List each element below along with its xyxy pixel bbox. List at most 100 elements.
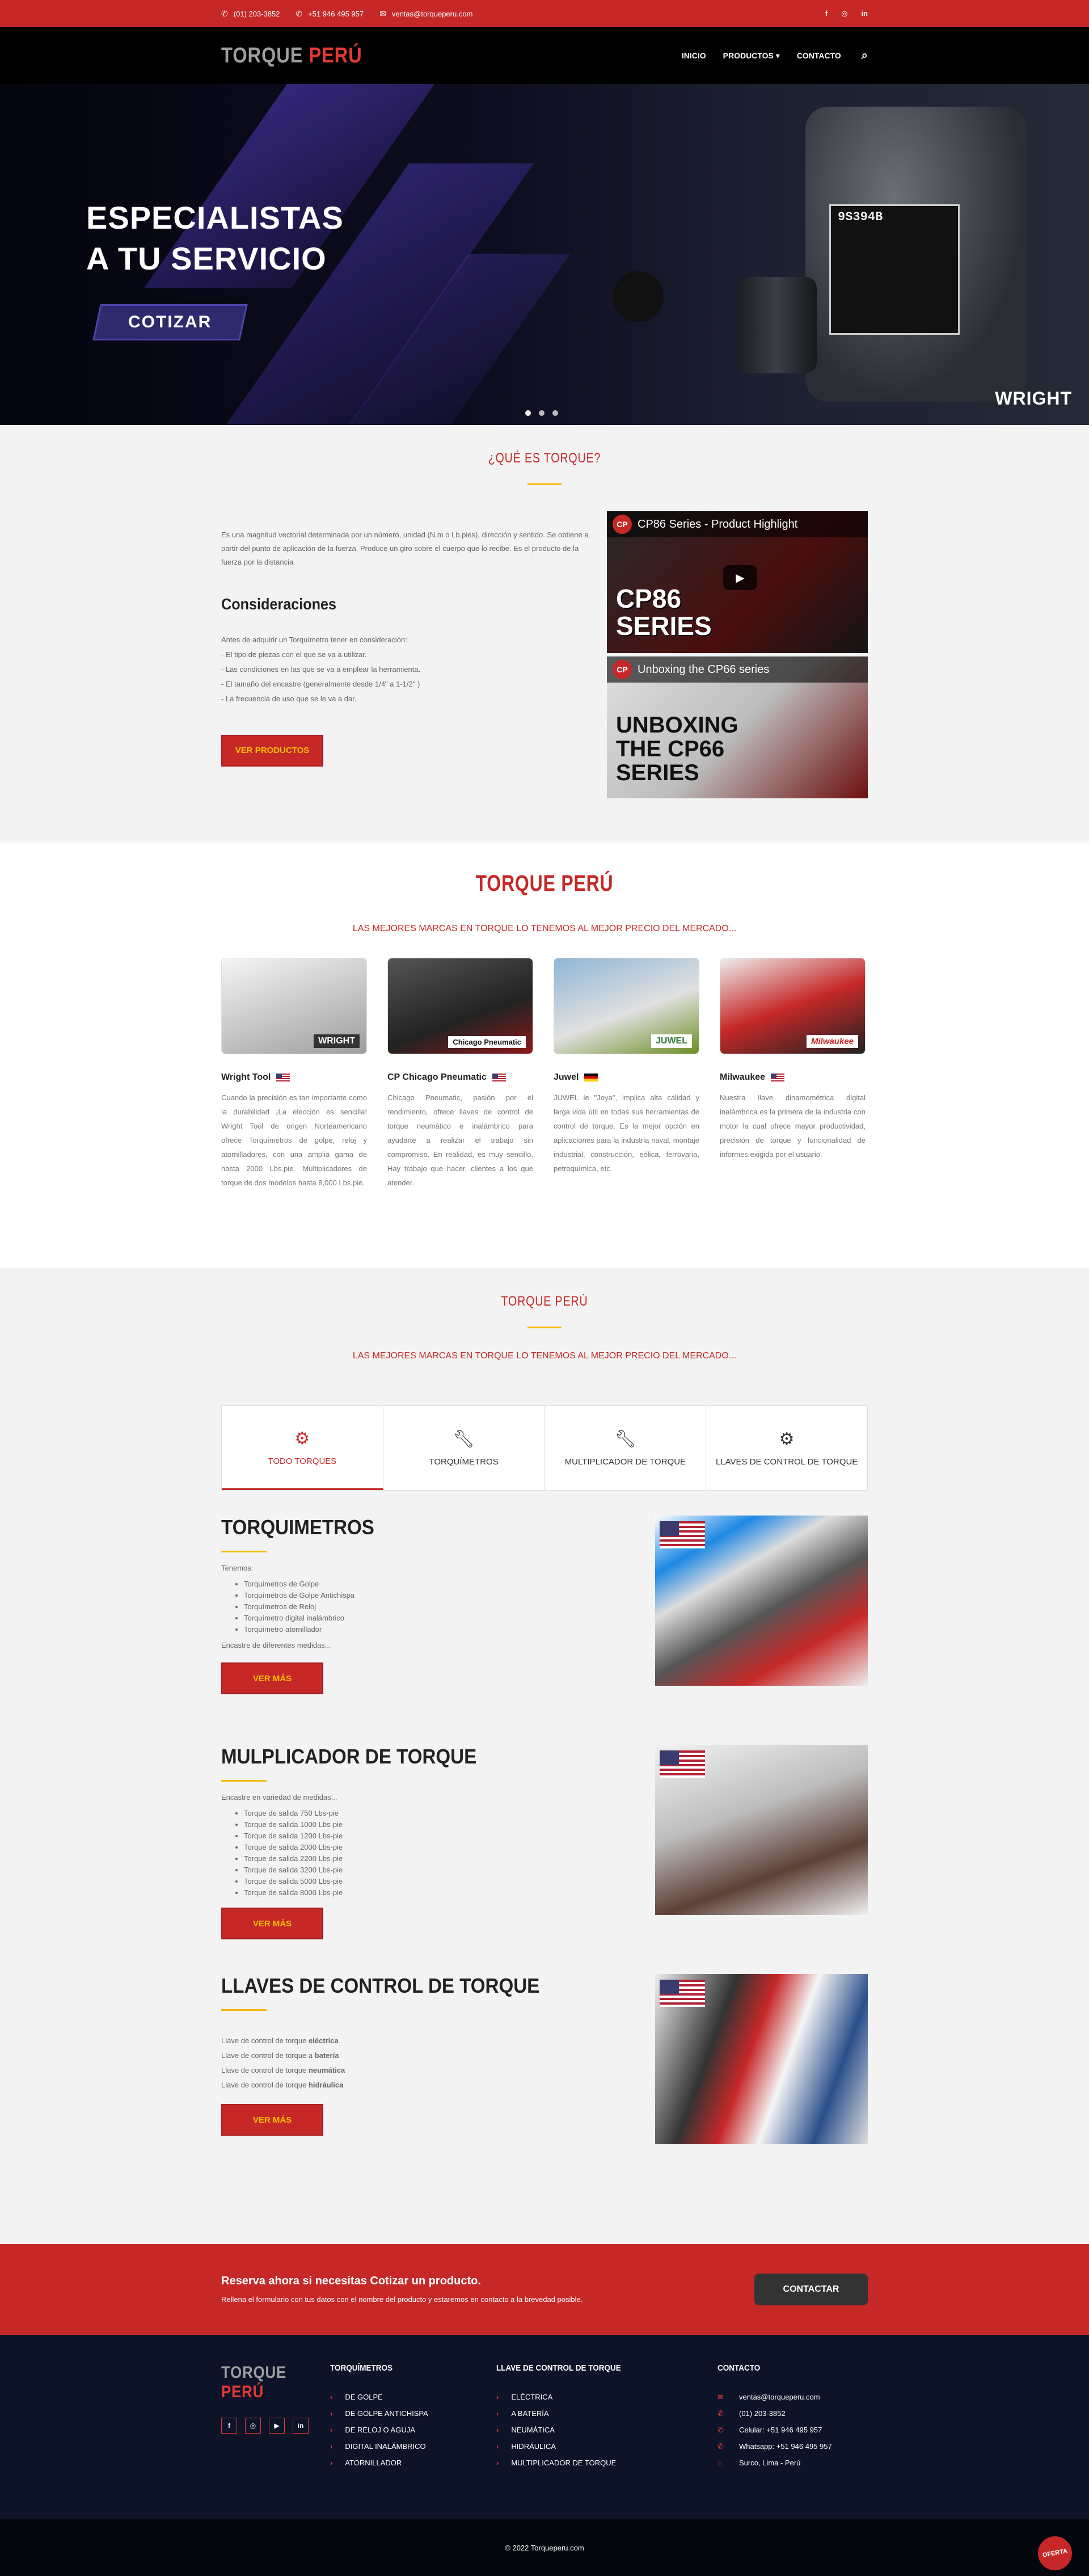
hero-slider: 9S394B ESPECIALISTAS A TU SERVICIO COTIZA…: [0, 84, 1089, 425]
phone-icon: ✆: [296, 9, 303, 18]
slider-dot[interactable]: [525, 410, 531, 416]
footer-link[interactable]: DE GOLPE ANTICHISPA: [330, 2405, 496, 2422]
considerations-heading: Consideraciones: [221, 595, 337, 613]
ver-productos-button[interactable]: VER PRODUCTOS: [221, 735, 323, 767]
mobile-link[interactable]: ✆ +51 946 495 957: [296, 9, 364, 19]
youtube-icon[interactable]: ▶: [269, 2418, 285, 2434]
category-title: TORQUIMETROS: [221, 1516, 374, 1539]
instagram-icon[interactable]: ◎: [841, 9, 847, 18]
brand-image[interactable]: JUWEL: [554, 958, 699, 1054]
section-subtitle: LAS MEJORES MARCAS EN TORQUE LO TENEMOS …: [352, 1351, 737, 1361]
tab-multiplicador[interactable]: 🔧︎ MULTIPLICADOR DE TORQUE: [545, 1406, 707, 1490]
footer-link[interactable]: A BATERÍA: [496, 2405, 717, 2422]
section-title: TORQUE PERÚ: [501, 1294, 588, 1309]
ver-mas-button[interactable]: VER MÁS: [221, 1662, 323, 1694]
main-menu: INICIO PRODUCTOS ▾ CONTACTO ⌕: [682, 49, 868, 62]
cp-logo-icon: CP: [613, 660, 632, 679]
brand-card: Chicago Pneumatic CP Chicago Pneumatic C…: [387, 958, 533, 1190]
title-underline: [527, 1327, 562, 1328]
footer-link[interactable]: DIGITAL INALÁMBRICO: [330, 2438, 496, 2455]
brand-image[interactable]: Milwaukee: [720, 958, 866, 1054]
copyright-bar: © 2022 Torqueperu.com OFERTA: [0, 2519, 1089, 2576]
nav-inicio[interactable]: INICIO: [682, 51, 706, 60]
footer-link[interactable]: HIDRÁULICA: [496, 2438, 717, 2455]
facebook-icon[interactable]: f: [825, 9, 828, 18]
tab-todo-torques[interactable]: ⚙ TODO TORQUES: [222, 1406, 383, 1490]
usa-flag-icon: [660, 1521, 705, 1548]
section-title: ¿QUÉ ES TORQUE?: [488, 451, 601, 466]
instagram-icon[interactable]: ◎: [245, 2418, 261, 2434]
brand-image[interactable]: Chicago Pneumatic: [387, 958, 533, 1054]
brands-section: TORQUE PERÚ LAS MEJORES MARCAS EN TORQUE…: [0, 843, 1089, 1268]
copyright-text: © 2022 Torqueperu.com: [505, 2543, 584, 2552]
brand-image[interactable]: WRIGHT: [221, 958, 367, 1054]
phone-icon: ✆: [221, 9, 228, 18]
brand-description: Nuestra llave dinamométrica digital inal…: [720, 1093, 866, 1159]
brand-name: Milwaukee: [720, 1072, 766, 1082]
usa-flag-icon: [660, 1980, 705, 2007]
contact-mobile[interactable]: ✆ Celular: +51 946 495 957: [717, 2422, 865, 2438]
phone-link[interactable]: ✆ (01) 203-3852: [221, 9, 280, 19]
footer-link[interactable]: MULTIPLICADOR DE TORQUE: [496, 2455, 717, 2471]
footer-col-title: LLAVE DE CONTROL DE TORQUE: [496, 2363, 621, 2373]
category-list: Llave de control de torque eléctrica Lla…: [221, 2036, 345, 2089]
tab-torquimetros[interactable]: 🔧︎ TORQUÍMETROS: [383, 1406, 545, 1490]
brand-description: Chicago Pneumatic, pasión por el rendimi…: [387, 1093, 533, 1187]
search-icon[interactable]: ⌕: [862, 49, 868, 62]
category-image[interactable]: [655, 1745, 868, 1915]
tab-llaves-control[interactable]: ⚙ LLAVES DE CONTROL DE TORQUE: [706, 1406, 867, 1490]
email-link[interactable]: ✉ ventas@torqueperu.com: [379, 9, 472, 19]
linkedin-icon[interactable]: in: [861, 9, 868, 18]
whatsapp-icon: ✆: [717, 2442, 724, 2451]
nav-productos[interactable]: PRODUCTOS ▾: [723, 51, 780, 61]
torque-definition: Es una magnitud vectorial determinada po…: [221, 531, 589, 566]
nav-contacto[interactable]: CONTACTO: [797, 51, 841, 60]
categories-section: TORQUE PERÚ LAS MEJORES MARCAS EN TORQUE…: [0, 1268, 1089, 2244]
cta-text: Rellena el formulario con tus datos con …: [221, 2295, 583, 2304]
contactar-button[interactable]: CONTACTAR: [754, 2274, 868, 2305]
cp-logo-icon: CP: [613, 515, 632, 534]
footer-link[interactable]: ELÉCTRICA: [496, 2389, 717, 2405]
contact-whatsapp[interactable]: ✆ Whatsapp: +51 946 495 957: [717, 2438, 865, 2455]
footer-logo[interactable]: TORQUE PERÚ: [221, 2363, 315, 2402]
ver-mas-button[interactable]: VER MÁS: [221, 2104, 323, 2136]
category-title: LLAVES DE CONTROL DE TORQUE: [221, 1974, 540, 1997]
footer-link[interactable]: DE GOLPE: [330, 2389, 496, 2405]
category-list: Torquímetros de GolpeTorquímetros de Gol…: [244, 1579, 584, 1635]
cotizar-button[interactable]: COTIZAR: [92, 304, 248, 340]
mail-icon: ✉: [379, 9, 386, 18]
category-tabs: ⚙ TODO TORQUES 🔧︎ TORQUÍMETROS 🔧︎ MULTIPLIC…: [221, 1405, 868, 1491]
gear-icon: ⚙: [294, 1429, 310, 1448]
footer-link[interactable]: NEUMÁTICA: [496, 2422, 717, 2438]
slider-dot[interactable]: [539, 410, 544, 416]
usa-flag-icon: [660, 1750, 705, 1778]
video-player[interactable]: CP Unboxing the CP66 series UNBOXING THE …: [607, 656, 868, 798]
top-bar: ✆ (01) 203-3852 ✆ +51 946 495 957 ✉ ventas@…: [0, 0, 1089, 27]
ver-mas-button[interactable]: VER MÁS: [221, 1908, 323, 1939]
facebook-icon[interactable]: f: [221, 2418, 237, 2434]
section-subtitle: LAS MEJORES MARCAS EN TORQUE LO TENEMOS …: [352, 924, 737, 933]
play-icon[interactable]: ▶: [723, 565, 757, 590]
contact-email[interactable]: ✉ ventas@torqueperu.com: [717, 2389, 865, 2405]
category-title: MULPLICADOR DE TORQUE: [221, 1745, 477, 1768]
oferta-badge[interactable]: OFERTA: [1035, 2533, 1075, 2573]
contact-phone[interactable]: ✆ (01) 203-3852: [717, 2405, 865, 2422]
cta-banner: Reserva ahora si necesitas Cotizar un pr…: [0, 2244, 1089, 2335]
footer-link[interactable]: DE RELOJ O AGUJA: [330, 2422, 496, 2438]
footer-link[interactable]: ATORNILLADOR: [330, 2455, 496, 2471]
brand-name: CP Chicago Pneumatic: [387, 1072, 487, 1082]
category-block: LLAVES DE CONTROL DE TORQUE Llave de con…: [221, 1974, 868, 2178]
category-image[interactable]: [655, 1974, 868, 2144]
brand-card: Milwaukee Milwaukee Nuestra llave dinamo…: [720, 958, 866, 1190]
category-image[interactable]: [655, 1516, 868, 1686]
title-underline: [527, 483, 562, 485]
brand-description: JUWEL le "Joya", implica alta calidad y …: [554, 1093, 699, 1173]
usa-flag-icon: [771, 1074, 785, 1081]
hero-product-image: [613, 271, 664, 322]
brand-card: WRIGHT Wright Tool Cuando la precisión e…: [221, 958, 367, 1190]
linkedin-icon[interactable]: in: [293, 2418, 309, 2434]
video-player[interactable]: CP CP86 Series - Product Highlight ▶ CP86…: [607, 511, 868, 653]
site-logo[interactable]: TORQUE PERÚ: [221, 44, 362, 68]
slider-dot[interactable]: [552, 410, 558, 416]
footer-col-title: CONTACTO: [717, 2363, 761, 2373]
